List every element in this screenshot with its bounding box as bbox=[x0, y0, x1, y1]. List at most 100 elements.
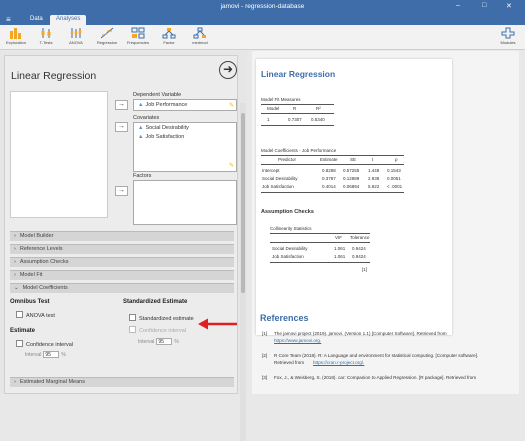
options-scrollbar[interactable] bbox=[240, 103, 246, 441]
covariates-slot[interactable]: ▲ Social Desirability ▲ Job Satisfaction ✎ bbox=[133, 122, 237, 172]
chevron-right-icon: › bbox=[14, 379, 16, 385]
table-header: Tolerance bbox=[350, 235, 370, 240]
covariate-item[interactable]: ▲ Job Satisfaction bbox=[138, 134, 184, 140]
table-rule bbox=[261, 113, 334, 114]
toolbar-modules-button[interactable]: Modules bbox=[494, 27, 522, 45]
arrow-right-circle-icon: ➜ bbox=[222, 62, 234, 76]
tab-data[interactable]: Data bbox=[24, 15, 49, 25]
reference-text: The jamovi project (2019). jamovi. (Vers… bbox=[274, 331, 447, 336]
covariate-item[interactable]: ▲ Social Desirability bbox=[138, 125, 189, 131]
reference-number: [3] bbox=[262, 375, 268, 380]
section-label: Model Fit bbox=[19, 272, 43, 278]
collinearity-caption: Collinearity Statistics bbox=[270, 226, 312, 231]
table-cell: 0.8288 bbox=[322, 168, 336, 173]
chevron-right-icon: › bbox=[14, 259, 16, 265]
table-cell: 1.061 bbox=[334, 254, 346, 259]
table-cell: 1.061 bbox=[334, 246, 346, 251]
move-to-covariates-button[interactable]: → bbox=[115, 122, 128, 132]
dependent-variable-slot[interactable]: ▲ Job Performance ✎ bbox=[133, 99, 237, 111]
table-cell: Intercept bbox=[262, 168, 280, 173]
section-model-fit[interactable]: › Model Fit bbox=[10, 270, 234, 280]
toolbar-frequencies-button[interactable]: Frequencies bbox=[124, 27, 152, 45]
section-label: Model Coefficients bbox=[22, 285, 68, 291]
anova-test-checkbox[interactable]: ANOVA test bbox=[16, 311, 55, 319]
table-cell: 0.57255 bbox=[343, 168, 360, 173]
confidence-interval-checkbox[interactable]: Confidence interval bbox=[16, 340, 73, 348]
close-icon[interactable]: ✕ bbox=[506, 2, 512, 10]
percent-label: % bbox=[61, 351, 66, 358]
estimate-heading: Estimate bbox=[10, 328, 36, 334]
toolbar-regression-label: Regression bbox=[96, 40, 118, 45]
arrow-right-icon: → bbox=[118, 123, 125, 130]
table-header: Model bbox=[267, 106, 280, 111]
confidence-interval-label: Confidence interval bbox=[26, 342, 74, 348]
hamburger-menu-icon[interactable]: ≡ bbox=[6, 15, 11, 24]
table-cell: 0.9424 bbox=[352, 254, 366, 259]
table-rule bbox=[270, 262, 370, 263]
standardized-estimate-label: Standardized estimate bbox=[139, 316, 194, 322]
regression-icon bbox=[100, 27, 114, 39]
table-rule bbox=[261, 192, 404, 193]
table-header: VIF bbox=[335, 235, 343, 240]
toolbar-exploration-button[interactable]: Exploration bbox=[2, 27, 30, 45]
toolbar-modules-label: Modules bbox=[500, 40, 516, 45]
section-label: Model Builder bbox=[19, 233, 54, 239]
interval-row: Interval 95% bbox=[25, 351, 66, 358]
toolbar-ttests-button[interactable]: T-Tests bbox=[32, 27, 60, 45]
minimize-icon[interactable]: – bbox=[456, 2, 460, 9]
dependent-variable-label: Dependent Variable bbox=[133, 92, 182, 98]
go-to-results-button[interactable]: ➜ bbox=[219, 61, 237, 79]
toolbar-exploration-label: Exploration bbox=[5, 40, 26, 45]
frequencies-icon bbox=[131, 27, 145, 39]
table-header: SE bbox=[350, 157, 357, 162]
reference-link[interactable]: https://cran.r-project.org/. bbox=[313, 359, 364, 366]
standardized-estimate-checkbox[interactable]: Standardized estimate bbox=[129, 314, 194, 322]
section-reference-levels[interactable]: › Reference Levels bbox=[10, 244, 234, 254]
table-cell: 0.06894 bbox=[343, 184, 360, 189]
table-cell: Job Satisfaction bbox=[262, 184, 294, 189]
reference-link[interactable]: https://www.jamovi.org. bbox=[274, 337, 321, 344]
reference-text: R Core Team (2018). R: A Language and en… bbox=[274, 353, 479, 358]
toolbar-factor-button[interactable]: Factor bbox=[155, 27, 183, 45]
plus-modules-icon bbox=[501, 27, 515, 39]
table-cell: Social Desirability bbox=[262, 176, 298, 181]
scrollbar-thumb[interactable] bbox=[241, 113, 245, 293]
section-model-builder[interactable]: › Model Builder bbox=[10, 231, 234, 241]
std-interval-row: Interval 95% bbox=[138, 338, 179, 345]
table-cell: Social Desirability bbox=[272, 246, 308, 251]
section-assumption-checks[interactable]: › Assumption Checks bbox=[10, 257, 234, 267]
omnibus-test-heading: Omnibus Test bbox=[10, 299, 50, 305]
toolbar-medmod-button[interactable]: medmod bbox=[186, 27, 214, 45]
anova-test-label: ANOVA test bbox=[26, 313, 55, 319]
tab-analyses[interactable]: Analyses bbox=[50, 15, 87, 25]
maximize-icon[interactable]: □ bbox=[482, 2, 486, 9]
toolbar-regression-button[interactable]: Regression bbox=[93, 27, 121, 45]
table-rule bbox=[261, 125, 334, 126]
std-confidence-interval-checkbox[interactable]: Confidence interval bbox=[129, 326, 186, 334]
section-model-coefficients[interactable]: ⌄ Model Coefficients bbox=[10, 283, 234, 293]
dependent-variable-item[interactable]: ▲ Job Performance bbox=[138, 102, 187, 108]
analyses-toolbar: Exploration T-Tests ANOVA Regression Fre… bbox=[0, 25, 525, 50]
interval-input[interactable]: 95 bbox=[43, 351, 60, 358]
table-rule bbox=[261, 104, 334, 105]
variable-list[interactable] bbox=[10, 91, 108, 218]
medmod-icon bbox=[193, 27, 206, 39]
checkbox-icon bbox=[129, 326, 136, 333]
model-fit-caption: Model Fit Measures bbox=[261, 97, 301, 102]
results-scrollbar[interactable] bbox=[519, 51, 525, 394]
window-title: jamovi - regression-database bbox=[220, 3, 305, 10]
toolbar-anova-button[interactable]: ANOVA bbox=[62, 27, 90, 45]
section-estimated-marginal-means[interactable]: › Estimated Marginal Means bbox=[10, 377, 234, 387]
move-to-factors-button[interactable]: → bbox=[115, 186, 128, 196]
factors-slot[interactable] bbox=[133, 180, 237, 225]
toolbar-medmod-label: medmod bbox=[192, 40, 208, 45]
reference-text-continued: Retrieved from bbox=[274, 360, 305, 365]
ruler-variable-icon: ▲ bbox=[138, 102, 144, 108]
options-panel: Linear Regression ➜ → Dependent Variable… bbox=[0, 51, 247, 441]
toolbar-factor-label: Factor bbox=[163, 40, 175, 45]
table-rule bbox=[261, 155, 404, 156]
dependent-variable-value: Job Performance bbox=[145, 102, 188, 108]
std-interval-input[interactable]: 95 bbox=[156, 338, 173, 345]
move-to-dependent-button[interactable]: → bbox=[115, 100, 128, 110]
table-rule bbox=[270, 233, 370, 234]
